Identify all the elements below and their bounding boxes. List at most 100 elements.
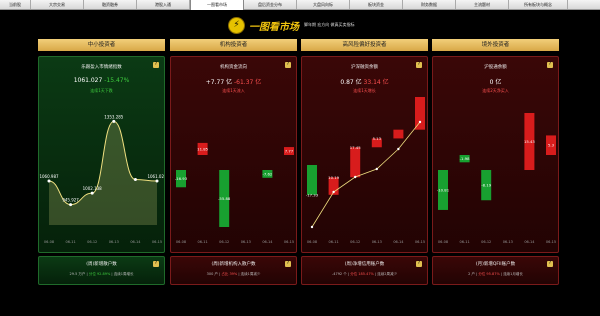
help-icon[interactable]: ? — [416, 62, 422, 68]
tab-4[interactable]: 一图看市场 — [190, 0, 244, 10]
x-tick-label: 06-15 — [415, 240, 425, 244]
brand-title: 一图看市场 — [249, 21, 299, 33]
help-icon[interactable]: ? — [285, 62, 291, 68]
help-icon[interactable]: ? — [416, 261, 422, 267]
tab-7[interactable]: 板块资金 — [350, 0, 403, 9]
trend-point — [397, 147, 400, 151]
data-label: 5.3 — [548, 143, 555, 148]
footer-trend: 连续2周减少 — [377, 272, 398, 276]
panel-title: 沪深融资余额 — [351, 65, 378, 70]
tab-8[interactable]: 财务数据 — [403, 0, 456, 9]
data-label: -16.93 — [175, 176, 188, 181]
stat-sub: 连续1天下跌 — [90, 88, 113, 93]
data-label: -10.81 — [437, 187, 450, 192]
x-tick-label: 06-12 — [87, 240, 97, 244]
tab-2[interactable]: 融资融券 — [84, 0, 137, 9]
stat-sub: 连续1天增长 — [353, 88, 376, 93]
x-tick-label: 06-11 — [460, 240, 470, 244]
panel-stat: +7.77 亿 -61.37 亿 — [171, 77, 296, 86]
chart-1: -16.93 11.85 -55.88 -7.62 7.77 06-08 06-11 06-1… — [175, 142, 294, 244]
x-tick-label: 06-15 — [546, 240, 556, 244]
footer-value: -4792 个 — [331, 272, 347, 276]
footer-trend: 连续1周增长 — [113, 272, 134, 276]
tab-0[interactable]: 当前股 — [0, 0, 31, 9]
x-tick-label: 06-11 — [66, 240, 76, 244]
panel-title: 机构资金流向 — [220, 65, 247, 70]
trend-point — [332, 190, 335, 194]
tab-6[interactable]: 大盘风向标 — [297, 0, 350, 9]
help-icon[interactable]: ? — [153, 261, 159, 267]
data-label: 17.45 — [350, 145, 361, 150]
footer-title: (月)新增QFII账户数 — [475, 262, 516, 267]
footer-line: 2 户 | 分位 95.87% | 连续1月增长 — [468, 272, 523, 276]
brand-banner: ⚡ 一图看市场 脚年期 宏方向 做真买卖指标 — [228, 14, 378, 36]
trend-point — [310, 225, 314, 229]
stat-sub: 连续1天流入 — [222, 88, 245, 93]
footer-change: 占比 39% — [221, 272, 238, 276]
data-label: 11.85 — [197, 146, 208, 151]
footer-line: -4792 个 | 分位 185.47% | 连续2周减少 — [331, 272, 398, 276]
footer-panel-3: (月)新增QFII账户数? 2 户 | 分位 95.87% | 连续1月增长 — [432, 256, 559, 285]
footer-change: 分位 92.89% — [88, 272, 111, 276]
trend-point — [375, 167, 378, 171]
data-point — [47, 179, 51, 183]
trend-point — [418, 120, 422, 124]
data-label: -1.98 — [460, 156, 470, 161]
tab-5[interactable]: 盘后资金分布 — [244, 0, 297, 9]
tab-bar: 当前股 大宗交易 融资融券 港股入通 一图看市场 盘后资金分布 大盘风向标 板块资金 财务数据主… — [0, 0, 600, 10]
data-point — [112, 119, 116, 123]
tab-3[interactable]: 港股入通 — [137, 0, 190, 9]
data-label: 1002.138 — [83, 186, 103, 191]
x-tick-label: 06-13 — [241, 240, 251, 244]
help-icon[interactable]: ? — [285, 261, 291, 267]
data-point — [69, 203, 73, 207]
bar — [415, 97, 425, 130]
footer-change: 分位 185.47% — [350, 272, 374, 276]
footer-panel-2: (周)净增信用账户数? -4792 个 | 分位 185.47% | 连续2周减少 — [301, 256, 428, 285]
tab-10[interactable]: 所有板块与概念 — [509, 0, 568, 9]
footer-line: 29.5 万户 | 分位 92.89% | 连续1周增长 — [69, 272, 134, 276]
footer-title: (周)新增散户数 — [86, 262, 117, 267]
footer-value: 29.5 万户 — [69, 272, 86, 276]
panel-title: 乐跟盈入市情绪指数 — [81, 65, 122, 70]
data-label: 1061.027 — [147, 174, 164, 179]
bar — [393, 129, 404, 139]
tab-9[interactable]: 主流题材 — [456, 0, 509, 9]
data-point — [133, 178, 137, 182]
x-tick-label: 06-15 — [152, 240, 162, 244]
stat-change: -15.47% — [104, 77, 130, 84]
data-label: -7.62 — [262, 171, 272, 176]
footer-value: 300 户 — [206, 272, 218, 276]
footer-trend: 连续1周减少 — [240, 272, 261, 276]
area-fill — [49, 121, 157, 225]
tab-1[interactable]: 大宗交易 — [31, 0, 84, 9]
stat-sub: 连续2天净买入 — [482, 88, 509, 93]
footer-panel-0: (周)新增散户数? 29.5 万户 | 分位 92.89% | 连续1周增长 — [38, 256, 165, 285]
help-icon[interactable]: ? — [153, 62, 159, 68]
data-point — [90, 191, 94, 195]
help-icon[interactable]: ? — [547, 62, 553, 68]
panel-stat: 0 亿 — [433, 77, 558, 86]
panel-header-1: 机构投资者 — [170, 39, 297, 51]
stat-value: 0 亿 — [489, 79, 502, 86]
footer-line: 300 户 | 占比 39% | 连续1周减少 — [206, 272, 261, 276]
x-tick-label: 06-14 — [262, 240, 273, 244]
footer-panel-1: (周)新增机构入散户数? 300 户 | 占比 39% | 连续1周减少 — [170, 256, 297, 285]
footer-title: (周)新增机构入散户数 — [211, 262, 256, 267]
bar — [350, 147, 361, 178]
x-tick-label: 06-13 — [109, 240, 119, 244]
data-label: 5.13 — [373, 136, 382, 141]
panel-title: 沪股通余额 — [484, 65, 507, 70]
x-tick-label: 06-13 — [372, 240, 382, 244]
chart-0: 1060.987 945.927 1002.138 1353.285 1061.027 0… — [39, 114, 164, 244]
data-point — [155, 179, 159, 183]
bar — [307, 165, 317, 195]
panel-stat: 1061.027 -15.47% — [39, 77, 164, 84]
stat-value: 1061.027 — [73, 77, 103, 84]
data-label: -8.19 — [481, 183, 491, 188]
x-tick-label: 06-08 — [307, 240, 317, 244]
data-label: -55.88 — [218, 196, 231, 201]
help-icon[interactable]: ? — [547, 261, 553, 267]
lightning-logo-icon: ⚡ — [228, 16, 245, 34]
panel-3: 沪股通余额? 0 亿 连续2天净买入 -10.81 -1.98 -8.19 15.43 5.… — [432, 56, 559, 253]
